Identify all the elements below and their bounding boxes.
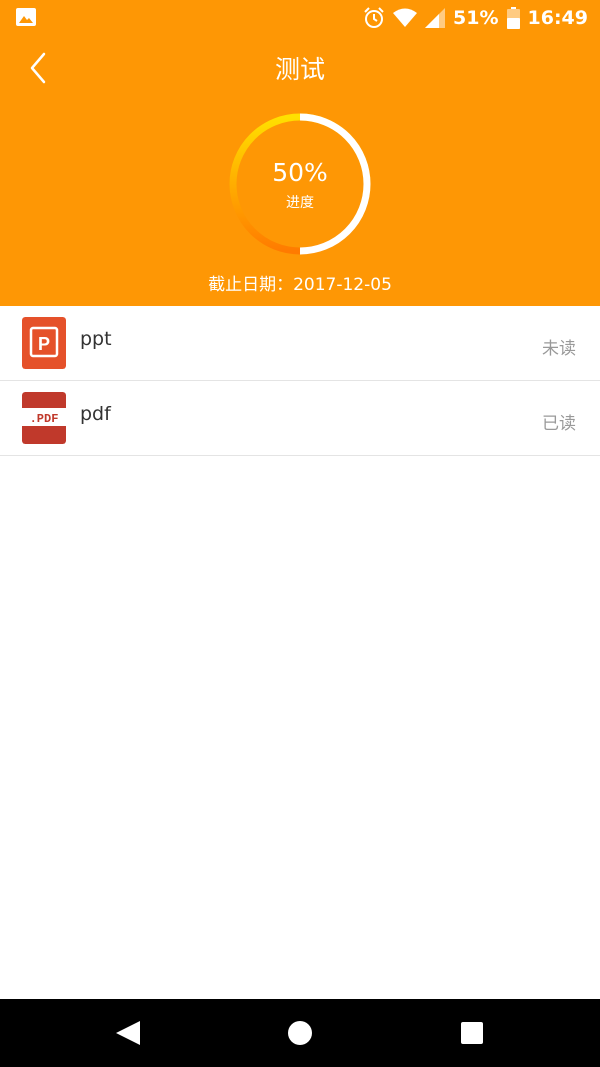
status-bar: 51% 16:49: [0, 0, 600, 36]
pdf-file-icon: .PDF: [22, 392, 66, 444]
deadline-text: 截止日期：2017-12-05: [208, 275, 392, 295]
progress-ring: 50% 进度: [228, 112, 372, 256]
read-status: 已读: [542, 414, 576, 434]
battery-percent: 51%: [453, 7, 499, 29]
system-nav-bar: [0, 999, 600, 1067]
wifi-icon: [393, 8, 418, 27]
read-status: 未读: [542, 339, 576, 359]
signal-icon: [425, 8, 446, 28]
svg-text:.PDF: .PDF: [30, 412, 59, 426]
file-item-pdf[interactable]: .PDF pdf 已读: [0, 381, 600, 456]
progress-value: 50%: [272, 158, 328, 187]
status-icons: 51% 16:49: [363, 4, 588, 32]
header: 51% 16:49 测试 50% 进度 截止日期：2017-12-05: [0, 0, 600, 306]
alarm-icon: [364, 7, 384, 28]
back-triangle-icon[interactable]: [114, 1019, 142, 1047]
file-name: pdf: [80, 403, 111, 425]
progress-label: 进度: [286, 195, 314, 211]
file-name: ppt: [80, 328, 112, 350]
home-circle-icon[interactable]: [286, 1019, 314, 1047]
ppt-file-icon: P: [22, 317, 66, 369]
clock: 16:49: [527, 7, 588, 29]
battery-icon: [506, 7, 520, 29]
file-item-ppt[interactable]: P ppt 未读: [0, 306, 600, 381]
page-title: 测试: [274, 55, 325, 84]
file-list: P ppt 未读 .PDF pdf 已读: [0, 306, 600, 456]
recents-square-icon[interactable]: [458, 1019, 486, 1047]
gallery-icon: [16, 8, 36, 26]
svg-text:P: P: [38, 334, 50, 354]
nav-bar: 测试: [0, 36, 600, 100]
